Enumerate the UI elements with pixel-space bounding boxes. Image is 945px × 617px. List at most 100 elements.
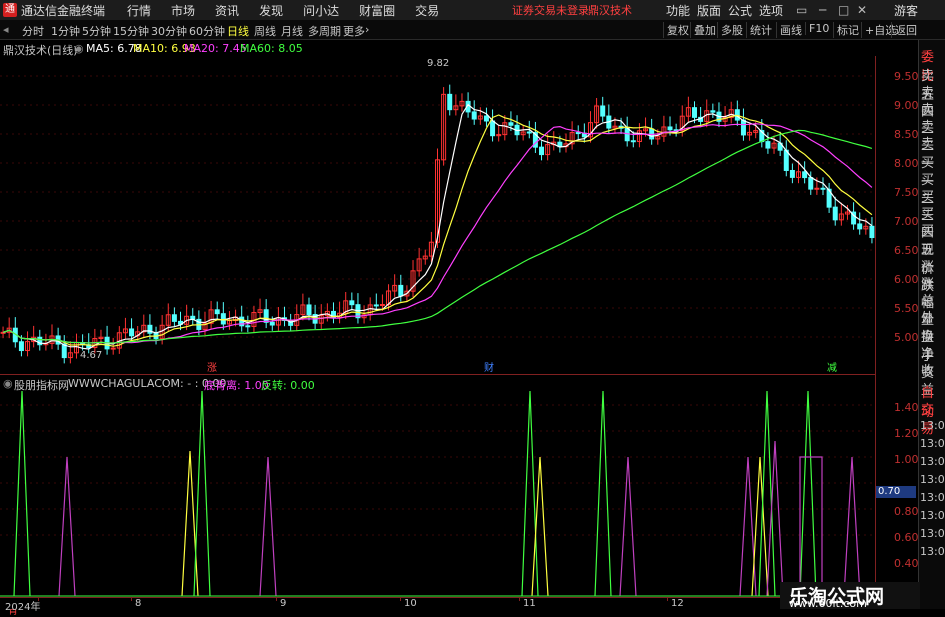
tool-huaxian[interactable]: 画线 (776, 22, 802, 38)
signal-spike (13, 391, 31, 597)
ind-tick: 0.80 (894, 505, 919, 518)
candle-body (857, 223, 863, 230)
login-notice[interactable]: 证券交易未登录 (512, 2, 589, 18)
period-fenshi[interactable]: 分时 (22, 23, 44, 39)
xaxis-label: 2024年 (5, 602, 41, 613)
signal-spike (259, 456, 277, 597)
period-15min[interactable]: 15分钟 (113, 23, 149, 39)
candlestick-chart[interactable] (0, 56, 875, 374)
candle-body (508, 122, 514, 126)
candle-body (110, 347, 116, 350)
candle-body (783, 149, 789, 171)
chat-icon[interactable]: ▭ (796, 3, 807, 17)
candle-body (630, 140, 636, 143)
more-chevron-icon[interactable]: › (365, 23, 369, 36)
menu-xuanxiang[interactable]: 选项 (759, 2, 783, 19)
menu-shichang[interactable]: 市场 (171, 2, 195, 19)
price-axis: 9.50 9.00 8.50 8.00 7.50 7.00 6.50 6.00 … (875, 56, 919, 597)
period-5min[interactable]: 5分钟 (82, 23, 111, 39)
high-price-label: 9.82 (427, 58, 450, 69)
candle-body (575, 132, 581, 135)
tool-f10[interactable]: F10 (805, 22, 829, 35)
candle-body (691, 107, 697, 118)
menu-zixun[interactable]: 资讯 (215, 2, 239, 19)
trade-time: 13:07 (920, 419, 945, 432)
signal-spike (521, 391, 539, 597)
period-30min[interactable]: 30分钟 (151, 23, 187, 39)
maximize-icon[interactable]: □ (838, 3, 849, 17)
tool-tongji[interactable]: 统计 (746, 22, 772, 38)
menu-gongshi[interactable]: 公式 (728, 2, 752, 19)
menu-jiaoyi[interactable]: 交易 (415, 2, 439, 19)
ma60-value: MA60: 8.05 (240, 42, 303, 55)
xaxis-tick (400, 597, 401, 601)
candle-body (471, 111, 477, 120)
price-tick: 7.00 (894, 215, 919, 228)
tool-fuquan[interactable]: 复权 (663, 22, 689, 38)
signal-spike (843, 456, 861, 597)
event-marker-zhang[interactable]: 涨 (207, 359, 217, 374)
indicator-chart[interactable] (0, 391, 875, 597)
candle-body (398, 284, 404, 297)
menu-faxian[interactable]: 发现 (259, 2, 283, 19)
price-tick: 6.00 (894, 273, 919, 286)
period-week[interactable]: 周线 (254, 23, 276, 39)
title-bar: 通 通达信金融终端 行情 市场 资讯 发现 问小达 财富圈 交易 证券交易未登录… (0, 0, 945, 20)
menu-gongneng[interactable]: 功能 (666, 2, 690, 19)
period-day[interactable]: 日线 (227, 23, 249, 39)
candle-body (624, 127, 630, 142)
candle-body (740, 119, 746, 136)
indicator-settings-icon[interactable]: ◉ (3, 377, 13, 390)
menu-caifuquan[interactable]: 财富圈 (359, 2, 395, 19)
tool-duogu[interactable]: 多股 (717, 22, 743, 38)
quote-sidebar: 委比 卖五 卖四 卖三 卖二 卖一 买一 买二 买三 买四 买五 现价 涨跌 涨… (918, 40, 945, 609)
candle-body (820, 187, 826, 190)
app-title: 通达信金融终端 (21, 3, 106, 18)
tool-biaoji[interactable]: 标记 (833, 22, 859, 38)
ind-tick: 1.40 (894, 401, 919, 414)
candle-body (832, 206, 838, 221)
candle-body (526, 131, 532, 134)
toolbar-arrow-icon[interactable]: ◂ (3, 23, 9, 36)
xaxis-label: 9 (280, 598, 287, 609)
tool-diejia[interactable]: 叠加 (690, 22, 716, 38)
price-tick: 8.00 (894, 157, 919, 170)
trade-time: 13:08 (920, 545, 945, 558)
close-icon[interactable]: ✕ (857, 3, 867, 17)
xaxis-tick (131, 597, 132, 601)
period-month[interactable]: 月线 (281, 23, 303, 39)
candle-body (220, 313, 226, 325)
guest-label[interactable]: 游客 (894, 2, 918, 19)
menu-banmian[interactable]: 版面 (697, 2, 721, 19)
candle-body (245, 325, 251, 328)
xaxis-label: 12 (671, 598, 684, 609)
price-tick: 8.50 (894, 128, 919, 141)
trade-time: 13:07 (920, 437, 945, 450)
candle-body (600, 105, 606, 117)
signal-spike (594, 391, 612, 597)
period-60min[interactable]: 60分钟 (189, 23, 225, 39)
indicator-formula: WWWCHAGULACOM: - : 0.00 (68, 377, 227, 390)
ind-tick: 0.40 (894, 557, 919, 570)
tool-fanhui[interactable]: 返回 (891, 22, 917, 38)
trade-time: 13:08 (920, 509, 945, 522)
candle-body (869, 225, 875, 239)
period-multi[interactable]: 多周期 (308, 23, 341, 39)
xaxis-label: 10 (404, 598, 417, 609)
candle-body (373, 304, 379, 307)
xaxis-label: 11 (523, 598, 536, 609)
period-more[interactable]: 更多 (343, 23, 365, 39)
event-marker-cai[interactable]: 财 (484, 359, 494, 374)
stock-notice: 鼎汉技术 (588, 4, 632, 17)
event-marker-jian[interactable]: 减 (827, 359, 837, 374)
candle-body (379, 304, 385, 307)
settings-icon[interactable]: ◉ (74, 42, 84, 55)
minimize-icon[interactable]: ─ (819, 3, 826, 17)
signal-spike (799, 391, 817, 597)
period-1min[interactable]: 1分钟 (51, 23, 80, 39)
candle-body (789, 169, 795, 178)
menu-hangqing[interactable]: 行情 (127, 2, 151, 19)
menu-wenxiaoda[interactable]: 问小达 (303, 2, 339, 19)
candle-body (18, 341, 24, 352)
price-tick: 7.50 (894, 186, 919, 199)
